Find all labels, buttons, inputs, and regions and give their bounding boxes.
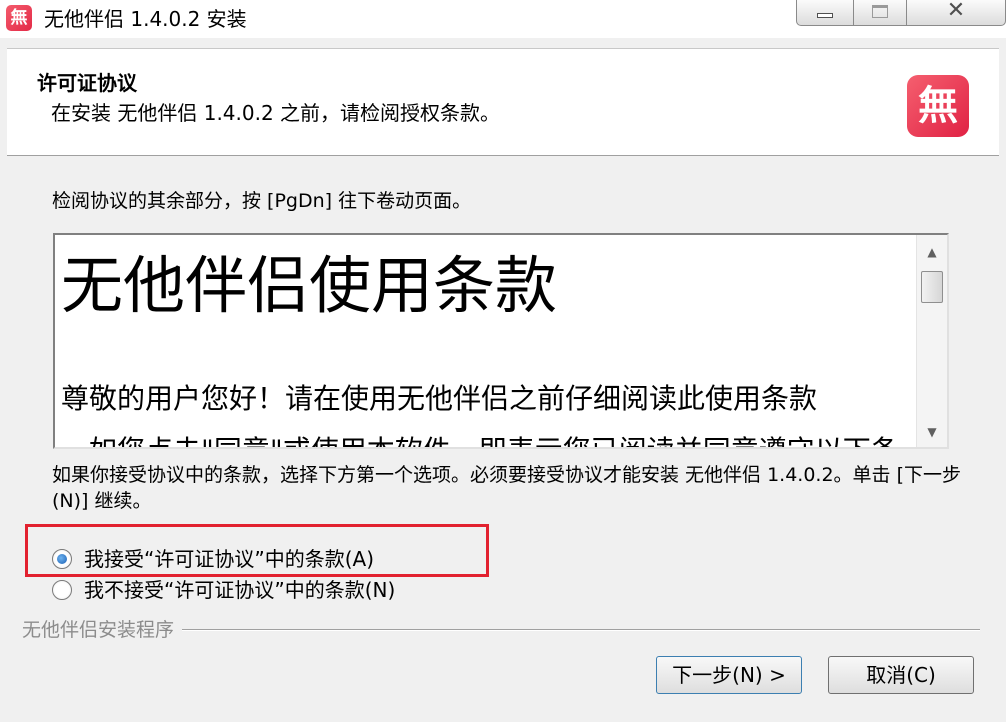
license-text-box[interactable]: 无他伴侣使用条款 尊敬的用户您好！请在使用无他伴侣之前仔细阅读此使用条款 ，如您… xyxy=(53,233,949,449)
close-button[interactable]: ✕ xyxy=(906,0,1006,26)
minimize-icon xyxy=(817,13,833,18)
accept-radio-button[interactable] xyxy=(52,549,72,569)
scroll-instruction: 检阅协议的其余部分，按 [PgDn] 往下卷动页面。 xyxy=(52,190,472,212)
installer-brand-label: 无他伴侣安装程序 xyxy=(22,615,183,642)
accept-radio-label[interactable]: 我接受“许可证协议”中的条款(A) xyxy=(84,545,374,573)
maximize-button xyxy=(853,0,907,26)
maximize-icon xyxy=(872,5,888,18)
accept-instructions: 如果你接受协议中的条款，选择下方第一个选项。必须要接受协议才能安装 无他伴侣 1… xyxy=(52,464,962,512)
window-title: 无他伴侣 1.4.0.2 安装 xyxy=(44,7,247,31)
title-bar: 無 无他伴侣 1.4.0.2 安装 ✕ xyxy=(0,0,1006,38)
decline-radio-label[interactable]: 我不接受“许可证协议”中的条款(N) xyxy=(84,576,395,604)
scroll-down-icon[interactable]: ▼ xyxy=(917,421,947,443)
minimize-button[interactable] xyxy=(796,0,854,26)
license-paragraph: 尊敬的用户您好！请在使用无他伴侣之前仔细阅读此使用条款 xyxy=(61,382,818,415)
license-heading: 无他伴侣使用条款 xyxy=(61,249,558,322)
header-panel: 许可证协议 在安装 无他伴侣 1.4.0.2 之前，请检阅授权条款。 無 xyxy=(7,48,999,156)
page-title: 许可证协议 xyxy=(37,71,137,95)
app-logo-icon: 無 xyxy=(6,5,32,31)
brand-logo-icon: 無 xyxy=(907,75,969,137)
installer-window: 無 无他伴侣 1.4.0.2 安装 ✕ 许可证协议 在安装 无他伴侣 1.4.0… xyxy=(0,0,1006,722)
close-icon: ✕ xyxy=(946,0,966,23)
page-subtitle: 在安装 无他伴侣 1.4.0.2 之前，请检阅授权条款。 xyxy=(51,101,501,125)
cancel-button[interactable]: 取消(C) xyxy=(828,656,974,694)
scroll-up-icon[interactable]: ▲ xyxy=(917,241,947,263)
next-button[interactable]: 下一步(N) > xyxy=(656,656,802,694)
license-scrollbar[interactable]: ▲ ▼ xyxy=(916,235,947,447)
decline-radio-button[interactable] xyxy=(52,580,72,600)
scroll-thumb[interactable] xyxy=(921,271,943,303)
license-paragraph-continued: ，如您点击"同意"或使用本软件，即表示您已阅读并同意遵守以下条 xyxy=(61,433,899,447)
